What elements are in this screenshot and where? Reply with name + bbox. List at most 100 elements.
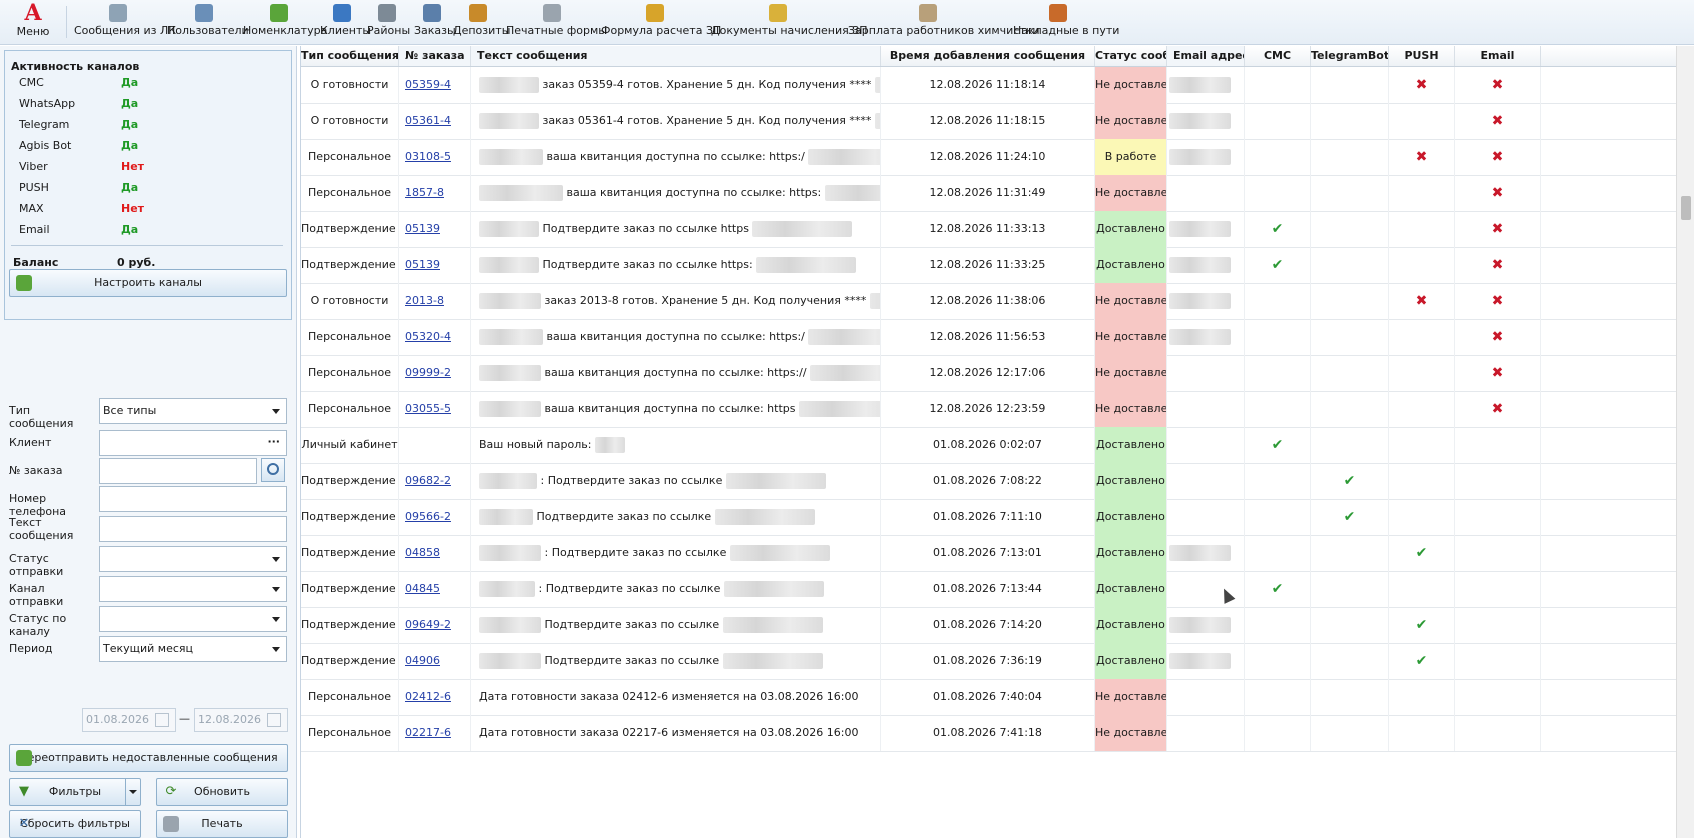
order-number-cell[interactable]: 05139 <box>399 211 471 247</box>
table-row[interactable]: Подтверждение заказа 04906 Подтвердите за… <box>301 643 1677 680</box>
table-row[interactable]: Подтверждение заказа 05139 Подтвердите за… <box>301 211 1677 248</box>
order-number-cell[interactable]: 04906 <box>399 643 471 679</box>
table-row[interactable]: Подтверждение заказа 09649-2 Подтвердите … <box>301 607 1677 644</box>
toolbar-button[interactable]: Сообщения из ЛК <box>74 0 176 44</box>
status-text: Не доставлено <box>1095 330 1167 343</box>
menu-button[interactable]: A Меню <box>10 0 56 44</box>
message-type-select[interactable]: Все типы <box>99 398 287 424</box>
order-number-cell[interactable]: 09682-2 <box>399 463 471 499</box>
filters-button[interactable]: ▼ Фильтры <box>9 778 141 806</box>
table-row[interactable]: Персональное 02217-6 Дата готовности заказ… <box>301 715 1677 752</box>
filters-dropdown-arrow[interactable] <box>125 779 140 805</box>
order-number-cell[interactable]: 03055-5 <box>399 391 471 427</box>
toolbar-button[interactable]: Накладные в пути <box>1013 0 1119 44</box>
table-row[interactable]: Подтверждение заказа 04858 : Подтвердите … <box>301 535 1677 572</box>
order-number-cell[interactable]: 04845 <box>399 571 471 607</box>
table-row[interactable]: Персональное 09999-2 ваша квитанция досту… <box>301 355 1677 392</box>
phone-input[interactable] <box>99 486 287 512</box>
table-row[interactable]: О готовности 2013-8 заказ 2013-8 готов. Х… <box>301 283 1677 320</box>
column-header[interactable]: СМС <box>1245 46 1311 66</box>
order-number-cell[interactable]: 04858 <box>399 535 471 571</box>
order-number-cell[interactable]: 02412-6 <box>399 679 471 715</box>
toolbar-button[interactable]: Документы начисления ЗП <box>711 0 868 44</box>
send-status-select[interactable] <box>99 546 287 572</box>
toolbar-button[interactable]: Зарплата работников химчистки <box>848 0 1040 44</box>
formula-icon <box>645 4 664 22</box>
table-row[interactable]: Персональное 02412-6 Дата готовности заказ… <box>301 679 1677 716</box>
table-row[interactable]: Персональное 03108-5 ваша квитанция досту… <box>301 139 1677 176</box>
calendar-icon[interactable] <box>267 713 281 727</box>
order-number-cell[interactable]: 05359-4 <box>399 67 471 103</box>
order-number-cell[interactable]: 2013-8 <box>399 283 471 319</box>
order-number-cell[interactable]: 09999-2 <box>399 355 471 391</box>
email-address-cell <box>1167 643 1245 679</box>
order-number-cell[interactable]: 05361-4 <box>399 103 471 139</box>
column-header[interactable]: Текст сообщения <box>471 46 881 66</box>
column-header[interactable]: Email <box>1455 46 1541 66</box>
table-row[interactable]: Персональное 03055-5 ваша квитанция досту… <box>301 391 1677 428</box>
toolbar-button[interactable]: Заказы <box>414 0 456 44</box>
table-row[interactable]: Подтверждение заказа 09566-2 Подтвердите … <box>301 499 1677 536</box>
column-header[interactable]: Статус сооб... <box>1095 46 1167 66</box>
configure-channels-button[interactable]: Настроить каналы <box>9 269 287 297</box>
time-text: 12.08.2026 11:24:10 <box>929 150 1046 163</box>
order-number-input[interactable] <box>99 458 257 484</box>
reset-filters-button[interactable]: ✕ Сбросить фильтры <box>9 810 141 838</box>
column-header[interactable]: TelegramBot <box>1311 46 1389 66</box>
refresh-button[interactable]: ⟳ Обновить <box>156 778 288 806</box>
table-row[interactable]: Подтверждение заказа 05139 Подтвердите за… <box>301 247 1677 284</box>
email-status-cell: ✖ <box>1455 319 1541 355</box>
table-row[interactable]: Личный кабинет Ваш новый пароль: 01.08.20… <box>301 427 1677 464</box>
toolbar-button[interactable]: Районы <box>367 0 410 44</box>
order-number-cell[interactable]: 1857-8 <box>399 175 471 211</box>
column-header[interactable]: Время добавления сообщения <box>881 46 1095 66</box>
toolbar-button[interactable]: Пользователи <box>167 0 249 44</box>
toolbar-button[interactable]: Формула расчета ЗП <box>601 0 721 44</box>
order-search-button[interactable] <box>261 458 285 482</box>
table-row[interactable]: Персональное 05320-4 ваша квитанция досту… <box>301 319 1677 356</box>
vertical-scrollbar[interactable] <box>1676 46 1694 838</box>
table-row[interactable]: О готовности 05359-4 заказ 05359-4 готов.… <box>301 67 1677 104</box>
toolbar-button[interactable]: Клиенты <box>320 0 371 44</box>
message-text: Подтвердите заказ по ссылке <box>536 510 712 523</box>
table-row[interactable]: Персональное 1857-8 ваша квитанция доступ… <box>301 175 1677 212</box>
sms-status-cell <box>1245 283 1311 319</box>
order-number-cell[interactable]: 09566-2 <box>399 499 471 535</box>
column-header[interactable]: Email адрес <box>1167 46 1245 66</box>
message-text-input[interactable] <box>99 516 287 542</box>
order-number-cell[interactable] <box>399 427 471 463</box>
print-button[interactable]: Печать <box>156 810 288 838</box>
column-header[interactable]: PUSH <box>1389 46 1455 66</box>
channel-status-select[interactable] <box>99 606 287 632</box>
period-select[interactable]: Текущий месяц <box>99 636 287 662</box>
client-field[interactable]: ··· <box>99 430 287 456</box>
status-badge: Не доставлено <box>1095 67 1167 103</box>
column-header[interactable]: № заказа <box>399 46 471 66</box>
toolbar-button[interactable]: Печатные формы <box>506 0 607 44</box>
table-row[interactable]: О готовности 05361-4 заказ 05361-4 готов.… <box>301 103 1677 140</box>
telegram-status-cell <box>1311 535 1389 571</box>
order-number-cell[interactable]: 09649-2 <box>399 607 471 643</box>
email-status-cell: ✖ <box>1455 211 1541 247</box>
email-address-cell <box>1167 319 1245 355</box>
channel-status: Да <box>121 181 139 194</box>
message-text: Дата готовности заказа 02217-6 изменяетс… <box>479 726 859 739</box>
date-to-field[interactable]: 12.08.2026 <box>194 708 288 732</box>
order-number-cell[interactable]: 03108-5 <box>399 139 471 175</box>
ellipsis-icon[interactable]: ··· <box>267 435 280 448</box>
table-row[interactable]: Подтверждение заказа 09682-2 : Подтвердит… <box>301 463 1677 500</box>
send-channel-select[interactable] <box>99 576 287 602</box>
table-row[interactable]: Подтверждение заказа 04845 : Подтвердите … <box>301 571 1677 608</box>
order-number-cell[interactable]: 05320-4 <box>399 319 471 355</box>
resend-undelivered-button[interactable]: Переотправить недоставленные сообщения <box>9 744 288 772</box>
sms-status-cell <box>1245 715 1311 751</box>
column-header[interactable]: Тип сообщения <box>301 46 399 66</box>
scrollbar-thumb[interactable] <box>1681 196 1691 220</box>
status-badge: Доставлено <box>1095 247 1167 283</box>
toolbar-button[interactable]: Депозиты <box>453 0 510 44</box>
date-from-field[interactable]: 01.08.2026 <box>82 708 176 732</box>
calendar-icon[interactable] <box>155 713 169 727</box>
toolbar-button[interactable]: Номенклатура <box>243 0 327 44</box>
order-number-cell[interactable]: 05139 <box>399 247 471 283</box>
order-number-cell[interactable]: 02217-6 <box>399 715 471 751</box>
